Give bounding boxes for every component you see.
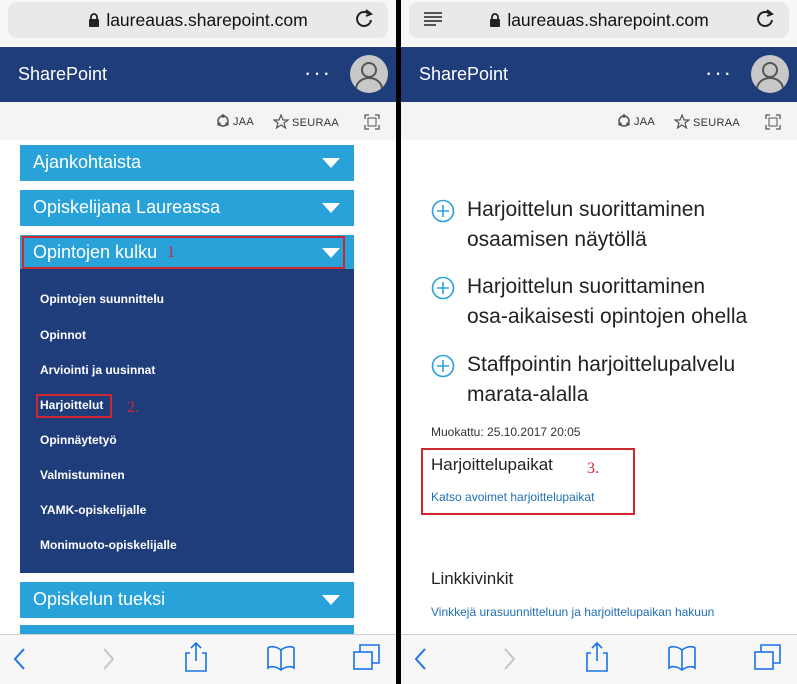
share-icon bbox=[217, 114, 229, 127]
follow-button[interactable]: SEURAA bbox=[272, 113, 340, 130]
tips-heading: Linkkivinkit bbox=[431, 569, 514, 588]
share-icon bbox=[618, 114, 630, 127]
user-avatar[interactable] bbox=[350, 55, 388, 93]
share-button[interactable]: JAA bbox=[617, 114, 655, 128]
lock-icon bbox=[89, 13, 100, 27]
expandable-item[interactable]: Harjoittelun suorittaminen osaamisen näyt… bbox=[431, 195, 781, 257]
share-sheet-icon[interactable] bbox=[585, 641, 609, 673]
share-button[interactable]: JAA bbox=[216, 114, 254, 128]
annotation-1: 1 bbox=[167, 244, 175, 261]
star-icon bbox=[673, 113, 691, 130]
bookmarks-icon[interactable] bbox=[667, 645, 697, 671]
sharepoint-title[interactable]: SharePoint bbox=[419, 64, 508, 85]
fullscreen-icon[interactable] bbox=[364, 114, 380, 130]
browser-address-area: laureauas.sharepoint.com bbox=[401, 0, 797, 46]
address-bar[interactable]: laureauas.sharepoint.com bbox=[8, 2, 388, 38]
caret-down-icon[interactable] bbox=[322, 595, 340, 605]
nav-item-opiskelijana-laureassa[interactable]: Opiskelijana Laureassa bbox=[20, 190, 354, 226]
follow-label: SEURAA bbox=[693, 117, 741, 129]
item-title: Harjoittelun suorittaminen osa-aikaisesti… bbox=[467, 275, 748, 328]
nav-item-label: Opiskelijana Laureassa bbox=[33, 197, 221, 217]
subnav-item[interactable]: Opintojen suunnittelu bbox=[40, 292, 164, 306]
tabs-icon[interactable] bbox=[352, 643, 382, 671]
url-text: laureauas.sharepoint.com bbox=[507, 10, 709, 30]
expandable-item[interactable]: Harjoittelun suorittaminen osa-aikaisesti… bbox=[431, 272, 781, 334]
user-icon bbox=[355, 62, 383, 90]
back-icon[interactable] bbox=[12, 645, 28, 673]
follow-label: SEURAA bbox=[292, 117, 340, 129]
page-action-bar: JAA SEURAA bbox=[0, 102, 396, 140]
follow-button[interactable]: SEURAA bbox=[673, 113, 741, 130]
sharepoint-header: SharePoint ··· bbox=[0, 47, 396, 102]
user-avatar[interactable] bbox=[751, 55, 789, 93]
forward-icon[interactable] bbox=[100, 645, 116, 673]
tabs-icon[interactable] bbox=[753, 643, 783, 671]
subnav-item[interactable]: YAMK-opiskelijalle bbox=[40, 503, 146, 517]
bookmarks-icon[interactable] bbox=[266, 645, 296, 671]
more-options-button[interactable]: ··· bbox=[304, 60, 332, 86]
lock-icon bbox=[490, 13, 501, 27]
subnav-item[interactable]: Monimuoto-opiskelijalle bbox=[40, 538, 177, 552]
career-tips-link[interactable]: Vinkkejä urasuunnitteluun ja harjoittelu… bbox=[431, 605, 714, 619]
fullscreen-icon[interactable] bbox=[765, 114, 781, 130]
highlight-box-1 bbox=[22, 236, 345, 269]
sharepoint-header: SharePoint ··· bbox=[401, 47, 797, 102]
plus-circle-icon[interactable] bbox=[431, 276, 455, 300]
caret-down-icon[interactable] bbox=[322, 158, 340, 168]
right-phone-screen: laureauas.sharepoint.com SharePoint ··· … bbox=[401, 0, 797, 684]
item-title: Staffpointin harjoittelupalvelu marata-al… bbox=[467, 353, 736, 406]
plus-circle-icon[interactable] bbox=[431, 354, 455, 378]
nav-item-ajankohtaista[interactable]: Ajankohtaista bbox=[20, 145, 354, 181]
nav-item-label: Ajankohtaista bbox=[33, 152, 142, 172]
caret-down-icon[interactable] bbox=[322, 203, 340, 213]
more-options-button[interactable]: ··· bbox=[705, 60, 733, 86]
subnav-item[interactable]: Opinnäytetyö bbox=[40, 433, 117, 447]
url-display[interactable]: laureauas.sharepoint.com bbox=[8, 10, 388, 31]
subnav-item[interactable]: Valmistuminen bbox=[40, 468, 125, 482]
page-action-bar: JAA SEURAA bbox=[401, 102, 797, 140]
user-icon bbox=[756, 62, 784, 90]
subnav-panel: Opintojen suunnittelu Opinnot Arviointi … bbox=[20, 269, 354, 573]
modified-date: Muokattu: 25.10.2017 20:05 bbox=[431, 425, 581, 439]
subnav-item[interactable]: Arviointi ja uusinnat bbox=[40, 363, 155, 377]
left-phone-screen: laureauas.sharepoint.com SharePoint ··· … bbox=[0, 0, 396, 684]
forward-icon[interactable] bbox=[501, 645, 517, 673]
back-icon[interactable] bbox=[413, 645, 429, 673]
url-text: laureauas.sharepoint.com bbox=[106, 10, 308, 30]
subnav-item[interactable]: Opinnot bbox=[40, 328, 86, 342]
browser-toolbar bbox=[401, 634, 797, 684]
highlight-box-3 bbox=[421, 448, 635, 515]
highlight-box-2 bbox=[36, 394, 112, 418]
share-sheet-icon[interactable] bbox=[184, 641, 208, 673]
sharepoint-title[interactable]: SharePoint bbox=[18, 64, 107, 85]
url-display[interactable]: laureauas.sharepoint.com bbox=[409, 10, 789, 31]
annotation-2: 2. bbox=[127, 399, 139, 416]
address-bar[interactable]: laureauas.sharepoint.com bbox=[409, 2, 789, 38]
star-icon bbox=[272, 113, 290, 130]
nav-item-label: Opiskelun tueksi bbox=[33, 589, 166, 609]
browser-address-area: laureauas.sharepoint.com bbox=[0, 0, 396, 46]
nav-item-opiskelun-tueksi[interactable]: Opiskelun tueksi bbox=[20, 582, 354, 618]
reload-icon[interactable] bbox=[354, 8, 374, 30]
reload-icon[interactable] bbox=[755, 8, 775, 30]
share-label: JAA bbox=[634, 116, 656, 128]
item-title: Harjoittelun suorittaminen osaamisen näyt… bbox=[467, 198, 706, 251]
plus-circle-icon[interactable] bbox=[431, 199, 455, 223]
browser-toolbar bbox=[0, 634, 396, 684]
expandable-item[interactable]: Staffpointin harjoittelupalvelu marata-al… bbox=[431, 350, 781, 412]
share-label: JAA bbox=[233, 116, 255, 128]
